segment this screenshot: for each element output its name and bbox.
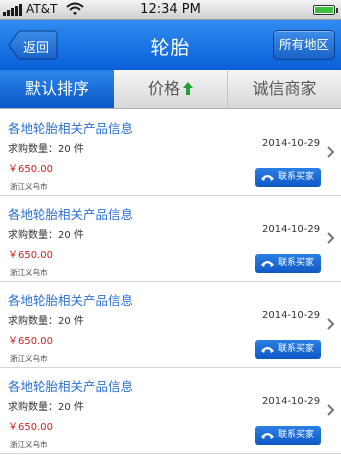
item-quantity: 求购数量：20 件 bbox=[8, 402, 84, 413]
contact-buyer-label: 联系买家 bbox=[278, 258, 315, 268]
item-date: 2014-10-29 bbox=[262, 310, 321, 321]
chevron-right-icon bbox=[327, 232, 335, 244]
arrow-up-icon bbox=[183, 81, 193, 95]
chevron-right-icon bbox=[327, 318, 335, 330]
contact-buyer-button[interactable]: 联系买家 bbox=[255, 168, 321, 187]
tab-default-sort[interactable]: 默认排序 bbox=[0, 70, 114, 108]
item-location: 浙江义乌市 bbox=[10, 354, 48, 363]
contact-buyer-label: 联系买家 bbox=[278, 344, 315, 354]
item-price: ￥650.00 bbox=[8, 336, 53, 347]
phone-icon bbox=[261, 347, 274, 353]
item-location: 浙江义乌市 bbox=[10, 268, 48, 277]
item-title[interactable]: 各地轮胎相关产品信息 bbox=[8, 376, 133, 395]
item-date: 2014-10-29 bbox=[262, 224, 321, 235]
item-location: 浙江义乌市 bbox=[10, 440, 48, 449]
contact-buyer-button[interactable]: 联系买家 bbox=[255, 426, 321, 445]
chevron-right-icon bbox=[327, 404, 335, 416]
item-date: 2014-10-29 bbox=[262, 138, 321, 149]
item-date: 2014-10-29 bbox=[262, 396, 321, 407]
item-price: ￥650.00 bbox=[8, 250, 53, 261]
item-quantity: 求购数量：20 件 bbox=[8, 230, 84, 241]
contact-buyer-button[interactable]: 联系买家 bbox=[255, 254, 321, 273]
contact-buyer-button[interactable]: 联系买家 bbox=[255, 340, 321, 359]
tab-trusted-merchants[interactable]: 诚信商家 bbox=[228, 70, 341, 108]
list-item[interactable]: 各地轮胎相关产品信息 求购数量：20 件 2014-10-29 ￥650.00 … bbox=[0, 368, 341, 454]
nav-bar: 返回 轮胎 所有地区 bbox=[0, 20, 341, 70]
tab-default-sort-label: 默认排序 bbox=[24, 79, 89, 98]
chevron-right-icon bbox=[327, 146, 335, 158]
tab-price[interactable]: 价格 bbox=[114, 70, 228, 108]
phone-icon bbox=[261, 175, 274, 181]
sort-tabs: 默认排序 价格 诚信商家 bbox=[0, 70, 341, 109]
tab-trusted-merchants-label: 诚信商家 bbox=[252, 79, 317, 98]
item-title[interactable]: 各地轮胎相关产品信息 bbox=[8, 118, 133, 137]
item-location: 浙江义乌市 bbox=[10, 182, 48, 191]
all-regions-button[interactable]: 所有地区 bbox=[273, 30, 335, 60]
tab-price-label: 价格 bbox=[147, 79, 180, 98]
item-title[interactable]: 各地轮胎相关产品信息 bbox=[8, 204, 133, 223]
list-item[interactable]: 各地轮胎相关产品信息 求购数量：20 件 2014-10-29 ￥650.00 … bbox=[0, 196, 341, 282]
contact-buyer-label: 联系买家 bbox=[278, 430, 315, 440]
item-quantity: 求购数量：20 件 bbox=[8, 144, 84, 155]
contact-buyer-label: 联系买家 bbox=[278, 172, 315, 182]
item-price: ￥650.00 bbox=[8, 422, 53, 433]
battery-icon bbox=[313, 5, 338, 15]
item-quantity: 求购数量：20 件 bbox=[8, 316, 84, 327]
list-item[interactable]: 各地轮胎相关产品信息 求购数量：20 件 2014-10-29 ￥650.00 … bbox=[0, 110, 341, 196]
item-price: ￥650.00 bbox=[8, 164, 53, 175]
item-title[interactable]: 各地轮胎相关产品信息 bbox=[8, 290, 133, 309]
phone-icon bbox=[261, 261, 274, 267]
status-bar: AT&T 12:34 PM bbox=[0, 0, 341, 20]
clock: 12:34 PM bbox=[140, 2, 201, 17]
list-item[interactable]: 各地轮胎相关产品信息 求购数量：20 件 2014-10-29 ￥650.00 … bbox=[0, 282, 341, 368]
phone-icon bbox=[261, 433, 274, 439]
purchase-request-list: 各地轮胎相关产品信息 求购数量：20 件 2014-10-29 ￥650.00 … bbox=[0, 110, 341, 454]
